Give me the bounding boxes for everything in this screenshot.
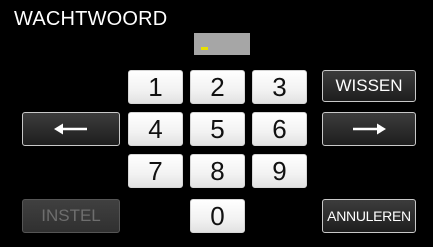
key-9[interactable]: 9 [252,154,307,188]
password-field [194,33,250,55]
key-2[interactable]: 2 [190,70,245,104]
clear-button[interactable]: WISSEN [322,70,416,102]
key-7[interactable]: 7 [128,154,183,188]
cancel-button[interactable]: ANNULEREN [322,199,416,233]
cursor-right-button[interactable] [322,112,416,146]
text-cursor [201,47,208,50]
cursor-left-button[interactable] [22,112,120,146]
screen-title: WACHTWOORD [14,8,168,30]
arrow-right-icon [353,123,386,135]
key-1[interactable]: 1 [128,70,183,104]
arrow-left-icon [54,123,87,135]
key-0[interactable]: 0 [190,199,245,233]
key-8[interactable]: 8 [190,154,245,188]
key-3[interactable]: 3 [252,70,307,104]
key-4[interactable]: 4 [128,112,183,146]
set-button[interactable]: INSTEL [22,199,120,233]
key-5[interactable]: 5 [190,112,245,146]
key-6[interactable]: 6 [252,112,307,146]
